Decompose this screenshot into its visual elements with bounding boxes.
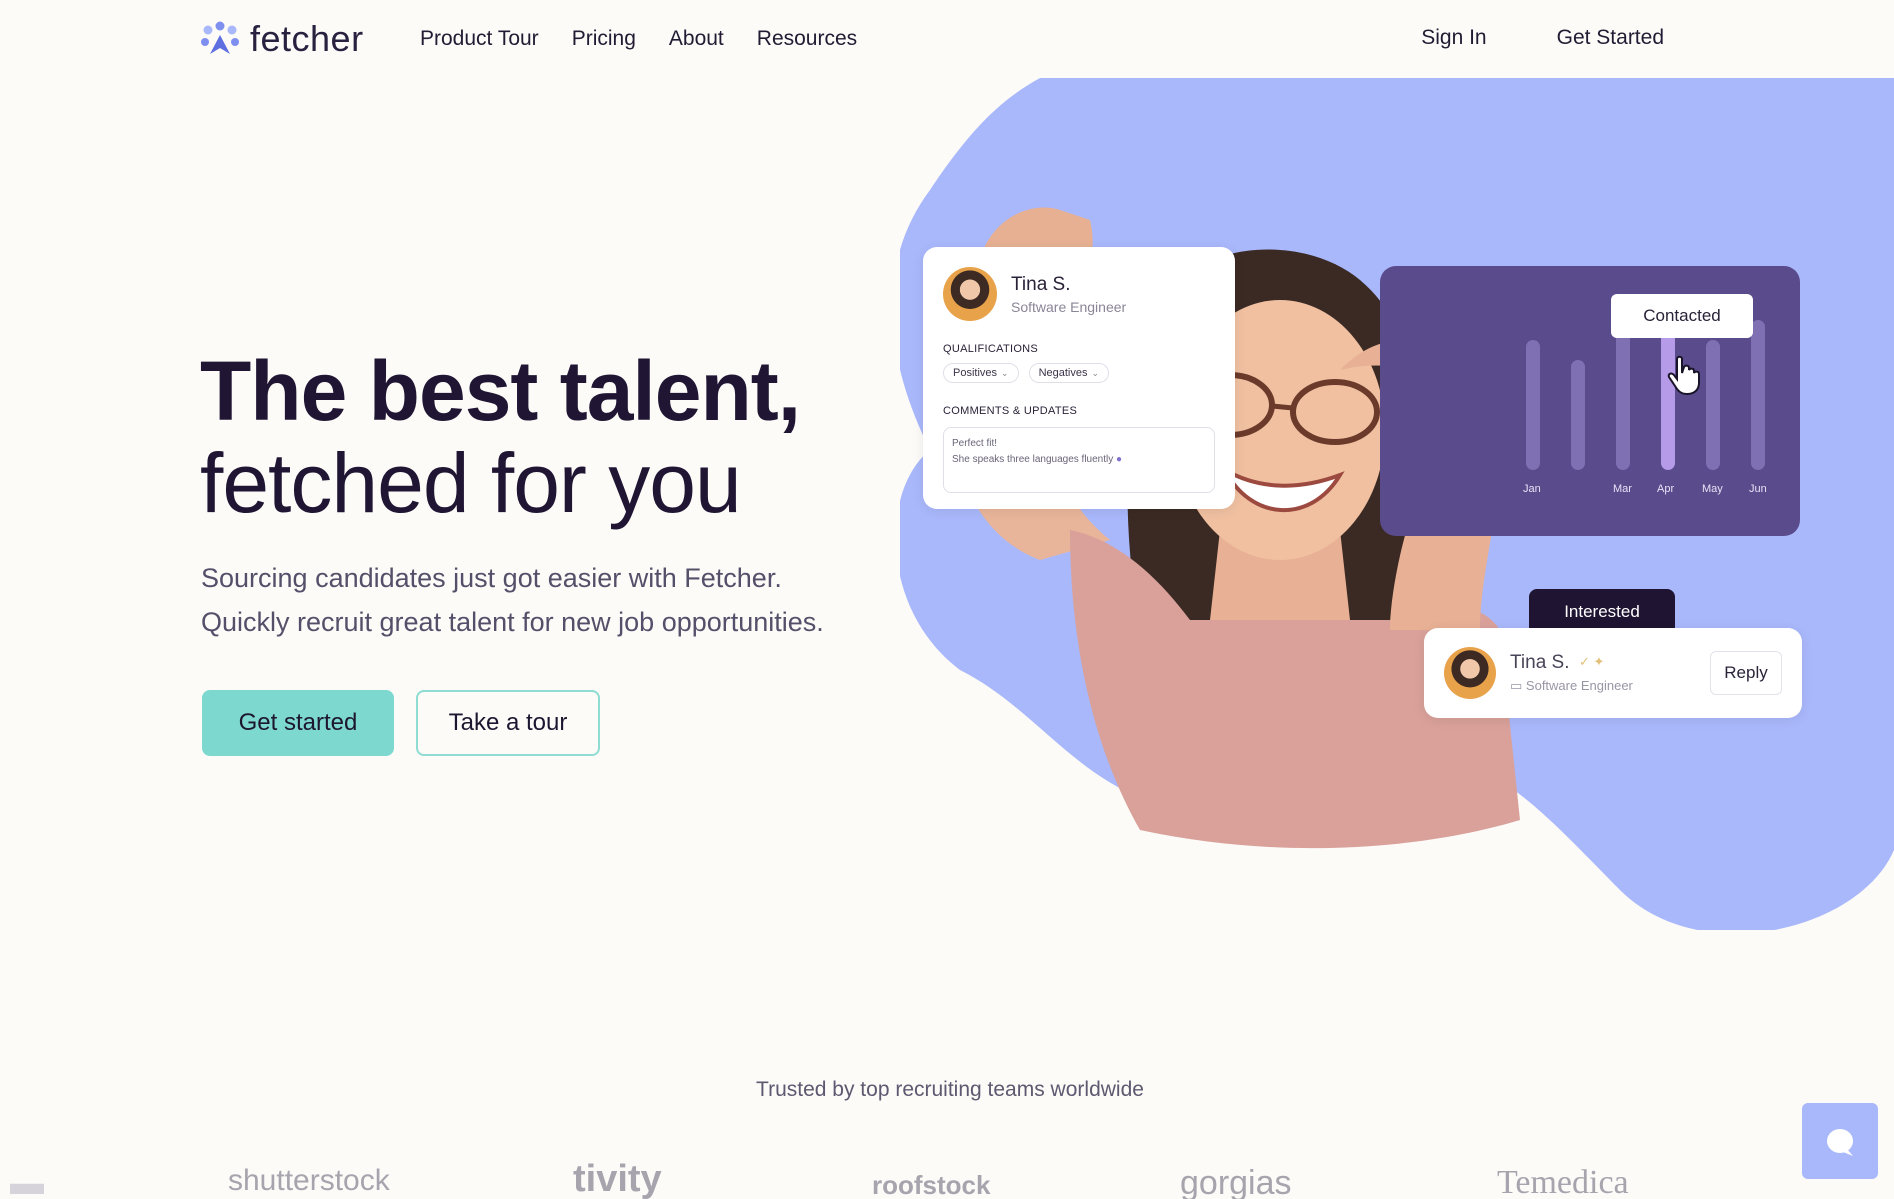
client-logo-roofstock: roofstock (872, 1170, 991, 1199)
bar-apr (1661, 325, 1675, 470)
hero-title-line1: The best talent, (200, 344, 801, 438)
month-label-jun: Jun (1749, 483, 1767, 495)
hand-cursor-icon (1667, 355, 1700, 395)
month-label-may: May (1702, 483, 1723, 495)
positives-chip[interactable]: Positives ⌄ (943, 363, 1019, 383)
avatar (1444, 647, 1496, 699)
month-label-mar: Mar (1613, 483, 1632, 495)
hero-subtitle-line2: Quickly recruit great talent for new job… (201, 607, 824, 637)
candidate-role: Software Engineer (1011, 298, 1127, 315)
avatar (943, 267, 997, 321)
profile-identity: Tina S. Software Engineer (1011, 274, 1126, 315)
sign-in-link[interactable]: Sign In (1421, 26, 1486, 50)
nav-product-tour[interactable]: Product Tour (420, 27, 539, 51)
paw-logo-icon (201, 21, 239, 54)
client-logo-gorgias: gorgias (1180, 1164, 1292, 1199)
comments-box[interactable]: Perfect fit! She speaks three languages … (943, 427, 1215, 493)
hero-subtitle-line1: Sourcing candidates just got easier with… (201, 563, 782, 593)
month-label-apr: Apr (1657, 483, 1675, 495)
chevron-down-icon: ⌄ (1091, 368, 1100, 378)
positives-label: Positives (953, 367, 998, 379)
verified-sparkle-icon: ✓ ✦ (1579, 654, 1605, 669)
month-label-jan: Jan (1523, 483, 1541, 495)
candidate-name: Tina S. (1011, 273, 1071, 295)
chat-widget-button[interactable] (1802, 1103, 1878, 1179)
top-nav: fetcher Product Tour Pricing About Resou… (0, 0, 1894, 78)
contacted-tooltip: Contacted (1611, 294, 1753, 338)
qualifications-label: QUALIFICATIONS (943, 343, 1039, 355)
profile-header: Tina S. Software Engineer (943, 267, 1215, 321)
chat-bubble-icon (1827, 1129, 1853, 1156)
nav-resources[interactable]: Resources (757, 27, 857, 51)
bar-may (1706, 340, 1720, 470)
hero-subtitle: Sourcing candidates just got easier with… (201, 556, 901, 644)
take-a-tour-button[interactable]: Take a tour (416, 690, 600, 756)
get-started-link[interactable]: Get Started (1557, 26, 1664, 50)
primary-nav: Product Tour Pricing About Resources (420, 27, 857, 51)
speech-bubble-icon: ● (1116, 454, 1123, 465)
landing-page: fetcher Product Tour Pricing About Resou… (0, 0, 1894, 1199)
bar-feb (1571, 360, 1585, 470)
client-logo-shutterstock: shutterstock (228, 1164, 390, 1197)
reply-button[interactable]: Reply (1710, 651, 1782, 695)
chevron-down-icon: ⌄ (1001, 368, 1009, 378)
client-logo-partial-left: ▬ (10, 1164, 44, 1199)
reply-candidate-name: Tina S. (1510, 652, 1570, 673)
nav-about[interactable]: About (669, 27, 724, 51)
bar-mar (1616, 330, 1630, 470)
brand-name: fetcher (250, 18, 364, 59)
comment-line-2-text: She speaks three languages fluently (952, 454, 1114, 465)
nav-pricing[interactable]: Pricing (572, 27, 636, 51)
hero-title: The best talent, fetched for you (200, 345, 900, 529)
client-logo-row: ▬ shutterstock tivity roofstock gorgias … (0, 1158, 1894, 1199)
client-logo-tivity: tivity (573, 1158, 662, 1199)
account-nav: Sign In Get Started (1421, 26, 1664, 50)
client-logo-temedica: Temedica (1497, 1164, 1629, 1199)
folder-icon: ▭ (1510, 678, 1523, 693)
get-started-button[interactable]: Get started (202, 690, 394, 756)
comment-line-2: She speaks three languages fluently ● (952, 452, 1206, 468)
comment-line-1: Perfect fit! (952, 438, 998, 449)
comments-label: COMMENTS & UPDATES (943, 405, 1078, 417)
bar-jan (1526, 340, 1540, 470)
bar-jun (1751, 320, 1765, 470)
hero-title-line2: fetched for you (200, 436, 742, 530)
brand-logo[interactable]: fetcher (200, 18, 364, 60)
qualification-chips: Positives ⌄ Negatives ⌄ (943, 363, 1215, 383)
negatives-label: Negatives (1038, 367, 1088, 379)
candidate-profile-card[interactable]: Tina S. Software Engineer QUALIFICATIONS… (923, 247, 1235, 509)
trusted-caption: Trusted by top recruiting teams worldwid… (756, 1078, 1144, 1101)
reply-candidate-role: ▭ Software Engineer (1510, 678, 1633, 694)
negatives-chip[interactable]: Negatives ⌄ (1028, 363, 1110, 383)
candidate-reply-card[interactable]: Tina S. ✓ ✦ ▭ Software Engineer Reply (1424, 628, 1802, 718)
reply-role-text: Software Engineer (1525, 678, 1633, 693)
